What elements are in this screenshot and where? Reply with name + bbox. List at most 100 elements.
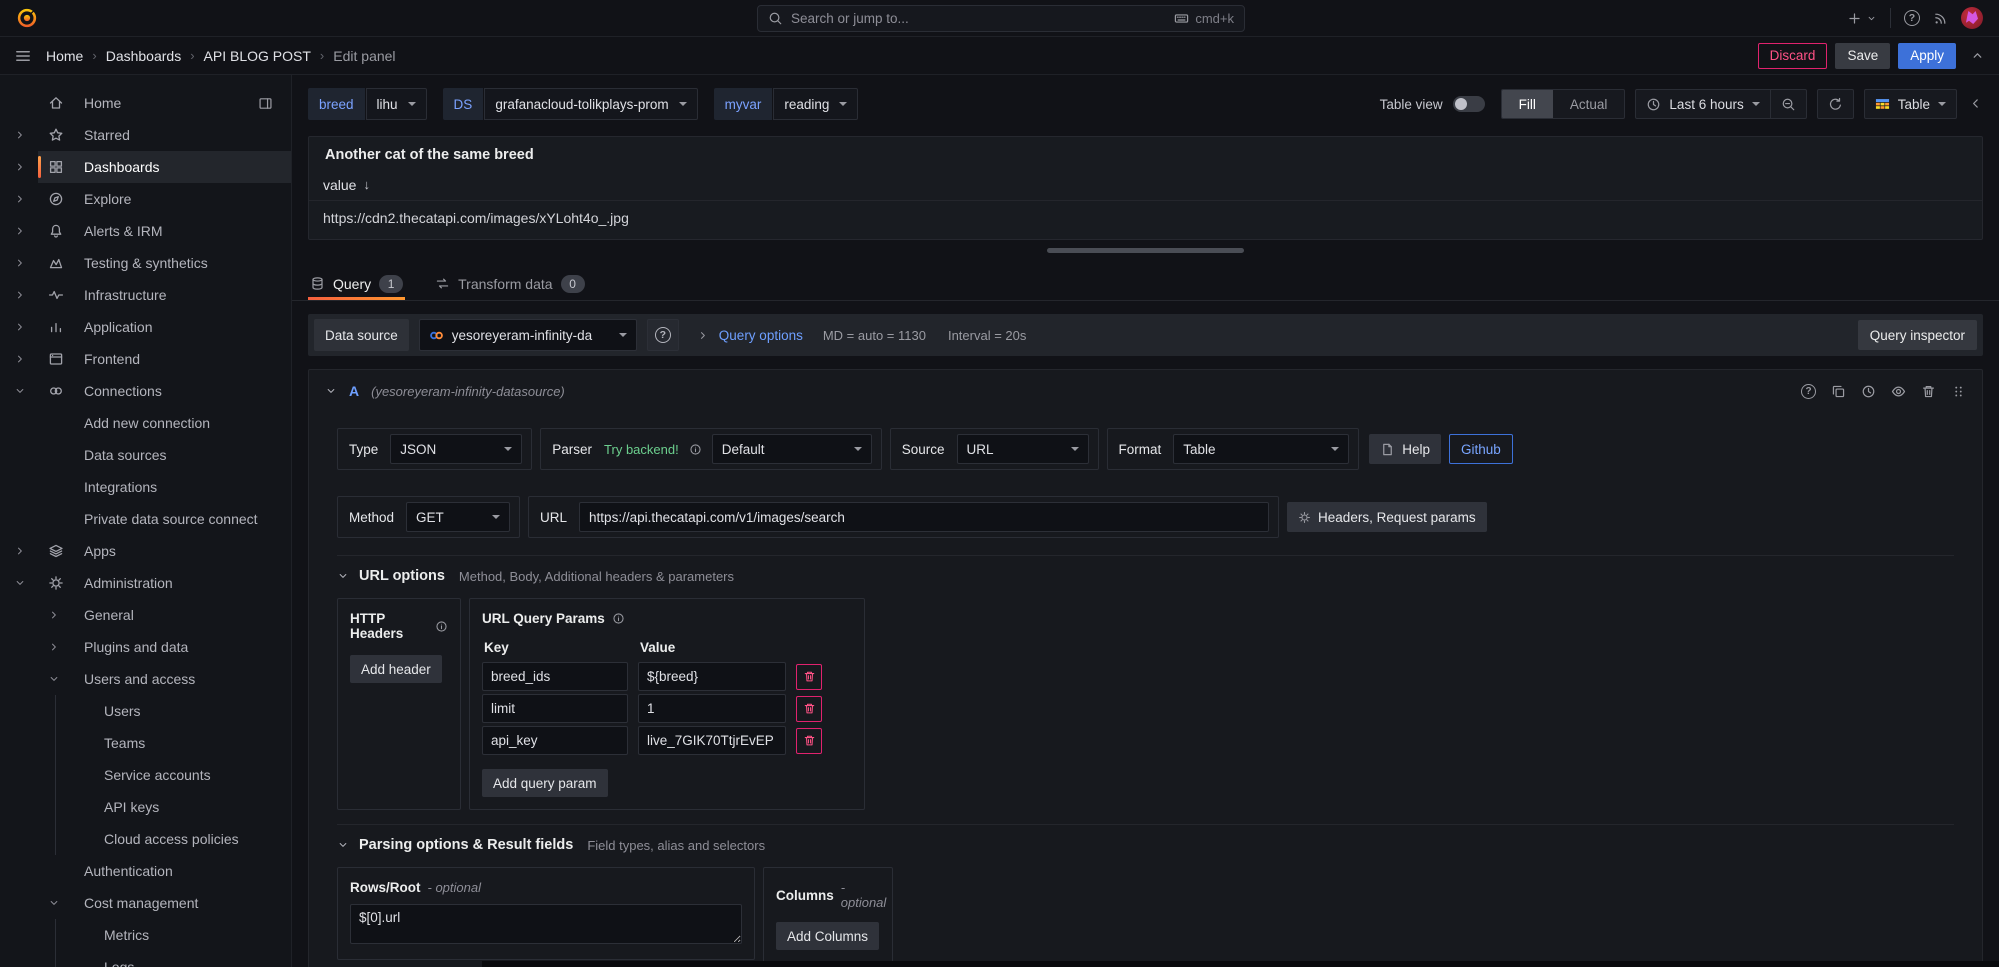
- sidebar-item-cloud-access-policies[interactable]: Cloud access policies: [0, 823, 291, 855]
- param-value-input-2[interactable]: [638, 726, 786, 755]
- drag-query-icon[interactable]: [1951, 384, 1966, 399]
- url-input[interactable]: [579, 502, 1269, 532]
- sidebar-item-apps[interactable]: Apps: [0, 535, 291, 567]
- sidebar-item-metrics[interactable]: Metrics: [0, 919, 291, 951]
- grafana-logo-icon[interactable]: [16, 7, 38, 29]
- sidebar-item-administration[interactable]: Administration: [0, 567, 291, 599]
- query-help-icon[interactable]: ?: [1801, 384, 1816, 399]
- param-key-input-2[interactable]: [482, 726, 628, 755]
- sidebar-item-connections[interactable]: Connections: [0, 375, 291, 407]
- breadcrumb-dashboards[interactable]: Dashboards: [106, 48, 182, 64]
- rows-root-input[interactable]: $[0].url: [350, 904, 742, 944]
- add-query-param-button[interactable]: Add query param: [482, 769, 608, 797]
- sidebar-item-frontend[interactable]: Frontend: [0, 343, 291, 375]
- sidebar-item-service-accounts[interactable]: Service accounts: [0, 759, 291, 791]
- zoom-out-button[interactable]: [1770, 90, 1806, 118]
- chevron-down-icon[interactable]: [14, 577, 48, 589]
- sidebar-item-private-data-source-connect[interactable]: Private data source connect: [0, 503, 291, 535]
- delete-param-button-0[interactable]: [796, 664, 822, 690]
- table-column-header[interactable]: value ↓: [309, 169, 1982, 201]
- sidebar-item-users[interactable]: Users: [0, 695, 291, 727]
- url-options-header[interactable]: URL options Method, Body, Additional hea…: [337, 568, 1954, 584]
- sidebar-item-general[interactable]: General: [0, 599, 291, 631]
- sidebar-item-logs[interactable]: Logs: [0, 951, 291, 967]
- query-history-icon[interactable]: [1861, 384, 1876, 399]
- sidebar-item-teams[interactable]: Teams: [0, 727, 291, 759]
- headers-request-params-button[interactable]: Headers, Request params: [1287, 502, 1487, 532]
- add-header-button[interactable]: Add header: [350, 655, 442, 683]
- sidebar-item-home[interactable]: Home: [0, 87, 291, 119]
- chevron-right-icon[interactable]: [14, 289, 48, 301]
- new-button[interactable]: [1847, 11, 1877, 26]
- table-cell-url[interactable]: https://cdn2.thecatapi.com/images/xYLoht…: [309, 201, 1982, 235]
- panel-title[interactable]: Another cat of the same breed: [309, 137, 1982, 169]
- variable-value-select[interactable]: lihu: [366, 88, 427, 120]
- hide-response-icon[interactable]: [1891, 384, 1906, 399]
- options-pane-collapse-icon[interactable]: [1968, 96, 1983, 111]
- parser-select[interactable]: Default: [712, 434, 872, 464]
- format-select[interactable]: Table: [1173, 434, 1349, 464]
- github-button[interactable]: Github: [1449, 434, 1513, 464]
- query-options-link[interactable]: Query options: [719, 328, 803, 343]
- param-key-input-1[interactable]: [482, 694, 628, 723]
- menu-toggle-icon[interactable]: [14, 47, 32, 65]
- chevron-right-icon[interactable]: [14, 545, 48, 557]
- sidebar-item-testing-synthetics[interactable]: Testing & synthetics: [0, 247, 291, 279]
- source-select[interactable]: URL: [957, 434, 1089, 464]
- collapse-query-icon[interactable]: [325, 385, 337, 397]
- save-button[interactable]: Save: [1835, 43, 1890, 69]
- chevron-right-icon[interactable]: [14, 321, 48, 333]
- chevron-right-icon[interactable]: [48, 609, 84, 621]
- chevron-right-icon[interactable]: [14, 353, 48, 365]
- variable-value-select[interactable]: reading: [773, 88, 858, 120]
- sidebar-item-application[interactable]: Application: [0, 311, 291, 343]
- sidebar-item-plugins-and-data[interactable]: Plugins and data: [0, 631, 291, 663]
- chevron-down-icon[interactable]: [14, 385, 48, 397]
- param-key-input-0[interactable]: [482, 662, 628, 691]
- visualization-select[interactable]: Table: [1864, 89, 1957, 119]
- chevron-right-icon[interactable]: [14, 161, 48, 173]
- collapse-header-icon[interactable]: [1970, 48, 1985, 63]
- query-row-header[interactable]: A (yesoreyeram-infinity-datasource) ?: [309, 370, 1982, 412]
- sidebar-item-users-and-access[interactable]: Users and access: [0, 663, 291, 695]
- help-button[interactable]: ?: [1904, 10, 1920, 26]
- sidebar-item-dashboards[interactable]: Dashboards: [0, 151, 291, 183]
- sidebar-item-starred[interactable]: Starred: [0, 119, 291, 151]
- sidebar-item-add-new-connection[interactable]: Add new connection: [0, 407, 291, 439]
- sidebar-item-integrations[interactable]: Integrations: [0, 471, 291, 503]
- time-range-picker[interactable]: Last 6 hours: [1636, 90, 1769, 118]
- breadcrumb-home[interactable]: Home: [46, 48, 83, 64]
- chevron-right-icon[interactable]: [14, 129, 48, 141]
- add-columns-button[interactable]: Add Columns: [776, 922, 879, 950]
- remove-query-icon[interactable]: [1921, 384, 1936, 399]
- actual-option[interactable]: Actual: [1553, 97, 1625, 112]
- refresh-button[interactable]: [1817, 89, 1854, 119]
- fill-option[interactable]: Fill: [1502, 90, 1553, 118]
- delete-param-button-2[interactable]: [796, 728, 822, 754]
- sidebar-item-api-keys[interactable]: API keys: [0, 791, 291, 823]
- query-inspector-button[interactable]: Query inspector: [1858, 320, 1977, 350]
- horizontal-scrollbar[interactable]: [482, 961, 1999, 967]
- apply-button[interactable]: Apply: [1898, 43, 1956, 69]
- sidebar-item-authentication[interactable]: Authentication: [0, 855, 291, 887]
- sidebar-item-alerts-irm[interactable]: Alerts & IRM: [0, 215, 291, 247]
- method-select[interactable]: GET: [406, 502, 510, 532]
- chevron-down-icon[interactable]: [48, 897, 84, 909]
- sidebar-item-explore[interactable]: Explore: [0, 183, 291, 215]
- pane-resize-handle[interactable]: [1047, 248, 1244, 253]
- chevron-right-icon[interactable]: [697, 328, 709, 343]
- help-button[interactable]: Help: [1369, 434, 1441, 464]
- sidebar-item-cost-management[interactable]: Cost management: [0, 887, 291, 919]
- user-avatar[interactable]: [1961, 7, 1983, 29]
- type-select[interactable]: JSON: [390, 434, 522, 464]
- chevron-right-icon[interactable]: [14, 257, 48, 269]
- chevron-right-icon[interactable]: [48, 641, 84, 653]
- datasource-help-button[interactable]: ?: [647, 319, 679, 351]
- param-value-input-0[interactable]: [638, 662, 786, 691]
- chevron-right-icon[interactable]: [14, 193, 48, 205]
- sidebar-item-infrastructure[interactable]: Infrastructure: [0, 279, 291, 311]
- tab-query[interactable]: Query 1: [308, 267, 405, 300]
- param-value-input-1[interactable]: [638, 694, 786, 723]
- variable-value-select[interactable]: grafanacloud-tolikplays-prom: [484, 88, 697, 120]
- panel-right-icon[interactable]: [258, 96, 273, 111]
